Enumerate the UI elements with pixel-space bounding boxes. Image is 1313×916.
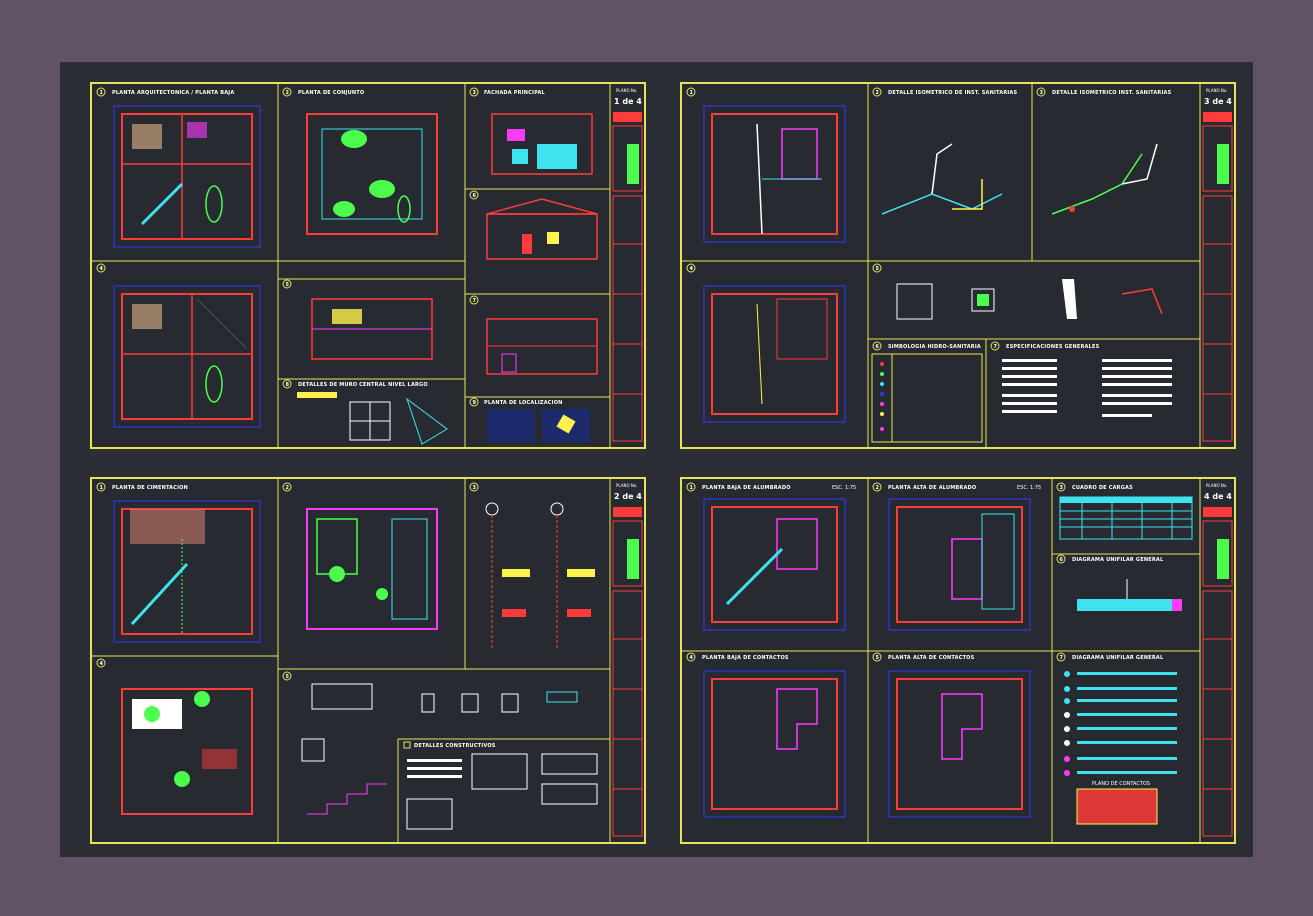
svg-text:ESPECIFICACIONES GENERALES: ESPECIFICACIONES GENERALES	[1006, 344, 1100, 350]
svg-text:4: 4	[100, 661, 104, 667]
svg-text:6: 6	[473, 193, 477, 199]
svg-text:PLANTA DE LOCALIZACION: PLANTA DE LOCALIZACION	[484, 400, 563, 406]
svg-text:3: 3	[473, 90, 477, 96]
panel-num: 1	[100, 90, 104, 96]
plate-label: PLANO No.	[1206, 88, 1228, 93]
svg-text:DIAGRAMA UNIFILAR GENERAL: DIAGRAMA UNIFILAR GENERAL	[1072, 557, 1164, 563]
svg-text:ESC. 1:75: ESC. 1:75	[1017, 485, 1041, 491]
svg-text:7: 7	[994, 344, 998, 350]
svg-text:2: 2	[876, 90, 880, 96]
svg-text:PLANTA ALTA DE ALUMBRADO: PLANTA ALTA DE ALUMBRADO	[888, 485, 976, 491]
svg-text:ESC. 1:75: ESC. 1:75	[832, 485, 856, 491]
svg-text:1: 1	[690, 90, 694, 96]
sheet-1-drawing: 1 PLANTA ARQUITECTONICA / PLANTA BAJA 2 …	[92, 84, 644, 447]
sheet-4: 1 PLANTA BAJA DE ALUMBRADO ESC. 1:75 2 P…	[680, 477, 1236, 844]
svg-text:PLANTA BAJA DE ALUMBRADO: PLANTA BAJA DE ALUMBRADO	[702, 485, 791, 491]
svg-text:7: 7	[473, 298, 477, 304]
svg-text:DETALLES CONSTRUCTIVOS: DETALLES CONSTRUCTIVOS	[414, 743, 496, 749]
sheet-2: 1 PLANTA DE CIMENTACION 2 3 4 5 DETALLES…	[90, 477, 646, 844]
svg-text:1: 1	[100, 485, 104, 491]
plate-label: PLANO No.	[1206, 483, 1228, 488]
svg-text:5: 5	[286, 674, 290, 680]
svg-text:SIMBOLOGIA HIDRO-SANITARIA: SIMBOLOGIA HIDRO-SANITARIA	[888, 344, 981, 350]
svg-text:3: 3	[1060, 485, 1064, 491]
svg-text:2: 2	[286, 90, 290, 96]
svg-text:4: 4	[690, 655, 694, 661]
plate-number: 3 de 4	[1204, 97, 1232, 106]
svg-text:PLANTA DE CONJUNTO: PLANTA DE CONJUNTO	[298, 90, 364, 96]
plate-number: 4 de 4	[1204, 492, 1232, 501]
sheet-4-drawing: 1 PLANTA BAJA DE ALUMBRADO ESC. 1:75 2 P…	[682, 479, 1234, 842]
svg-text:8: 8	[286, 382, 290, 388]
svg-text:6: 6	[876, 344, 880, 350]
svg-text:PLANTA DE CIMENTACION: PLANTA DE CIMENTACION	[112, 485, 188, 491]
plate-number: 2 de 4	[614, 492, 642, 501]
drawing-canvas: 1 PLANTA ARQUITECTONICA / PLANTA BAJA 2 …	[60, 62, 1253, 857]
svg-text:3: 3	[473, 485, 477, 491]
plate-number: 1 de 4	[614, 97, 642, 106]
svg-text:5: 5	[286, 282, 290, 288]
svg-text:PLANO DE CONTACTOS: PLANO DE CONTACTOS	[1092, 781, 1150, 787]
svg-text:DETALLES DE MURO CENTRAL NIVEL: DETALLES DE MURO CENTRAL NIVEL LARGO	[298, 382, 428, 388]
sheet-1: 1 PLANTA ARQUITECTONICA / PLANTA BAJA 2 …	[90, 82, 646, 449]
svg-text:6: 6	[1060, 557, 1064, 563]
plate-label: PLANO No.	[616, 88, 638, 93]
svg-text:4: 4	[690, 266, 694, 272]
sheet-3-drawing: 1 2 DETALLE ISOMETRICO DE INST. SANITARI…	[682, 84, 1234, 447]
svg-text:5: 5	[876, 655, 880, 661]
panel-title: PLANTA ARQUITECTONICA / PLANTA BAJA	[112, 90, 234, 96]
svg-text:FACHADA PRINCIPAL: FACHADA PRINCIPAL	[484, 90, 546, 96]
plate-label: PLANO No.	[616, 483, 638, 488]
svg-text:5: 5	[876, 266, 880, 272]
sheet-2-drawing: 1 PLANTA DE CIMENTACION 2 3 4 5 DETALLES…	[92, 479, 644, 842]
svg-text:DETALLE ISOMETRICO DE INST. SA: DETALLE ISOMETRICO DE INST. SANITARIAS	[888, 90, 1018, 96]
svg-text:DETALLE ISOMETRICO INST. SANIT: DETALLE ISOMETRICO INST. SANITARIAS	[1052, 90, 1172, 96]
svg-text:PLANTA BAJA DE CONTACTOS: PLANTA BAJA DE CONTACTOS	[702, 655, 789, 661]
svg-text:2: 2	[286, 485, 290, 491]
svg-text:1: 1	[690, 485, 694, 491]
sheet-3: 1 2 DETALLE ISOMETRICO DE INST. SANITARI…	[680, 82, 1236, 449]
svg-text:4: 4	[100, 266, 104, 272]
svg-text:PLANTA ALTA DE CONTACTOS: PLANTA ALTA DE CONTACTOS	[888, 655, 975, 661]
svg-text:CUADRO DE CARGAS: CUADRO DE CARGAS	[1072, 485, 1133, 491]
svg-text:3: 3	[1040, 90, 1044, 96]
svg-text:7: 7	[1060, 655, 1064, 661]
svg-text:DIAGRAMA UNIFILAR GENERAL: DIAGRAMA UNIFILAR GENERAL	[1072, 655, 1164, 661]
svg-text:2: 2	[876, 485, 880, 491]
svg-text:9: 9	[473, 400, 477, 406]
